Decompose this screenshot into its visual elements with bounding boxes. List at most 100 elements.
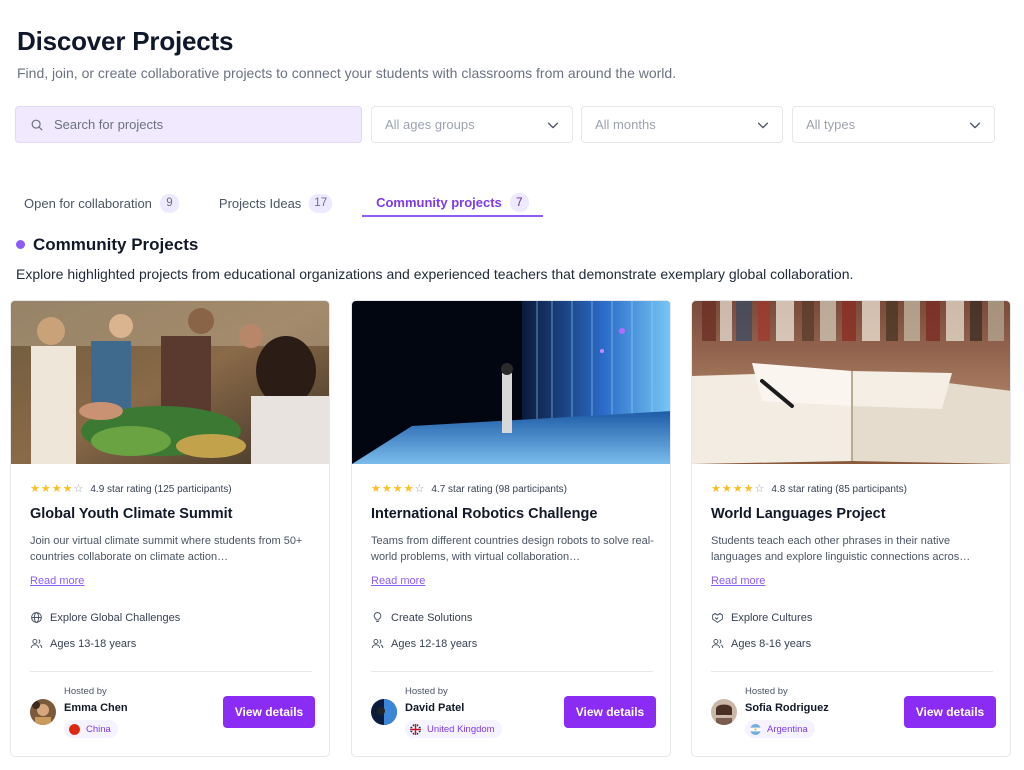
star-rating: ★ ★ ★ ★ ☆ <box>711 484 765 495</box>
card-title: World Languages Project <box>711 506 886 522</box>
page-subtitle: Find, join, or create collaborative proj… <box>17 65 677 81</box>
project-image-books <box>692 301 1010 464</box>
lightbulb-icon <box>373 612 382 623</box>
rating: ★ ★ ★ ★ ☆ 4.9 star rating (125 participa… <box>30 484 232 496</box>
tab-count-badge: 7 <box>509 193 529 212</box>
months-select-value: All months <box>595 117 656 132</box>
star-rating: ★ ★ ★ ★ ☆ <box>30 484 84 495</box>
tab-community-projects[interactable]: Community projects 7 <box>362 190 543 217</box>
star-empty-icon: ☆ <box>414 483 425 495</box>
card-title: International Robotics Challenge <box>371 506 598 522</box>
country-badge: China <box>64 720 118 738</box>
project-card: ★ ★ ★ ★ ☆ 4.9 star rating (125 participa… <box>10 300 330 757</box>
search-icon <box>31 119 43 130</box>
tab-count-badge: 9 <box>159 193 179 213</box>
host-name: Sofia Rodriguez <box>745 702 829 714</box>
china-flag-icon <box>69 723 80 735</box>
star-icon: ★ <box>711 483 721 495</box>
star-icon: ★ <box>732 483 743 495</box>
section-title: Community Projects <box>33 235 199 254</box>
age-range: Ages 13-18 years <box>30 637 136 650</box>
country-badge: Argentina <box>745 720 815 738</box>
view-details-button[interactable]: View details <box>904 696 996 728</box>
country-badge: United Kingdom <box>405 720 502 738</box>
star-icon: ★ <box>392 483 403 495</box>
host-name: Emma Chen <box>64 702 128 714</box>
tab-label: Projects Ideas <box>218 195 302 211</box>
months-select[interactable]: All months <box>581 106 783 143</box>
age-group-select-value: All ages groups <box>385 117 475 132</box>
types-select-value: All types <box>806 117 856 132</box>
section-description: Explore highlighted projects from educat… <box>16 266 854 282</box>
divider <box>371 671 653 672</box>
card-description: Join our virtual climate summit where st… <box>30 533 315 565</box>
users-icon <box>711 638 724 649</box>
project-goal: Explore Global Challenges <box>30 611 180 624</box>
country-name: China <box>86 723 111 735</box>
star-empty-icon: ☆ <box>754 483 765 495</box>
project-goal-text: Explore Global Challenges <box>50 611 181 624</box>
card-description: Teams from different countries design ro… <box>371 533 656 565</box>
star-icon: ★ <box>51 483 62 495</box>
age-range: Ages 8-16 years <box>711 637 811 650</box>
star-icon: ★ <box>721 483 732 495</box>
read-more-link[interactable]: Read more <box>371 575 425 587</box>
search-input[interactable] <box>54 117 334 132</box>
age-group-select[interactable]: All ages groups <box>371 106 573 143</box>
chevron-down-icon <box>757 122 769 128</box>
view-details-button[interactable]: View details <box>564 696 656 728</box>
view-details-button[interactable]: View details <box>223 696 315 728</box>
avatar <box>711 699 737 725</box>
star-icon: ★ <box>62 483 73 495</box>
tab-label: Community projects <box>376 195 502 210</box>
star-icon: ★ <box>30 483 40 495</box>
star-icon: ★ <box>403 483 414 495</box>
hosted-by-label: Hosted by <box>64 686 107 697</box>
project-goal: Explore Cultures <box>711 611 812 624</box>
project-image-robotics <box>352 301 670 464</box>
search-box[interactable] <box>15 106 362 143</box>
chevron-down-icon <box>969 122 981 128</box>
host-info: Hosted by David Patel United Kingdom Vie… <box>371 686 656 746</box>
age-range-text: Ages 13-18 years <box>50 637 137 650</box>
host-info: Hosted by Emma Chen China View details <box>30 686 315 746</box>
rating: ★ ★ ★ ★ ☆ 4.7 star rating (98 participan… <box>371 484 567 496</box>
read-more-link[interactable]: Read more <box>711 575 765 587</box>
age-range: Ages 12-18 years <box>371 637 477 650</box>
card-description-text: Students teach each other phrases in the… <box>711 535 971 563</box>
star-rating: ★ ★ ★ ★ ☆ <box>371 484 425 495</box>
hosted-by-label: Hosted by <box>405 686 448 697</box>
country-name: United Kingdom <box>427 723 495 735</box>
project-goal-text: Create Solutions <box>391 611 473 624</box>
tab-label: Open for collaboration <box>24 195 152 211</box>
read-more-link[interactable]: Read more <box>30 575 84 587</box>
avatar <box>30 699 56 725</box>
project-tabs: Open for collaboration 9 Projects Ideas … <box>10 190 543 218</box>
argentina-flag-icon <box>750 723 761 735</box>
star-icon: ★ <box>371 483 381 495</box>
card-description-text: Teams from different countries design ro… <box>371 535 654 563</box>
age-range-text: Ages 12-18 years <box>391 637 478 650</box>
divider <box>30 671 312 672</box>
card-title: Global Youth Climate Summit <box>30 506 233 522</box>
divider <box>711 671 993 672</box>
rating: ★ ★ ★ ★ ☆ 4.8 star rating (85 participan… <box>711 484 907 496</box>
globe-icon <box>31 612 42 623</box>
card-description-text: Join our virtual climate summit where st… <box>30 535 303 563</box>
project-card: ★ ★ ★ ★ ☆ 4.8 star rating (85 participan… <box>691 300 1011 757</box>
users-icon <box>371 638 384 649</box>
handshake-icon <box>712 612 723 623</box>
tab-projects-ideas[interactable]: Projects Ideas 17 <box>205 190 346 216</box>
tab-open-for-collaboration[interactable]: Open for collaboration 9 <box>10 190 193 216</box>
age-range-text: Ages 8-16 years <box>731 637 812 650</box>
host-name: David Patel <box>405 702 465 714</box>
filter-bar: All ages groups All months All types <box>15 106 995 143</box>
project-image-market <box>11 301 329 464</box>
uk-flag-icon <box>410 723 421 735</box>
star-empty-icon: ☆ <box>73 483 84 495</box>
types-select[interactable]: All types <box>792 106 995 143</box>
project-goal-text: Explore Cultures <box>731 611 813 624</box>
users-icon <box>30 638 43 649</box>
hosted-by-label: Hosted by <box>745 686 788 697</box>
rating-text: 4.7 star rating (98 participants) <box>431 484 567 495</box>
